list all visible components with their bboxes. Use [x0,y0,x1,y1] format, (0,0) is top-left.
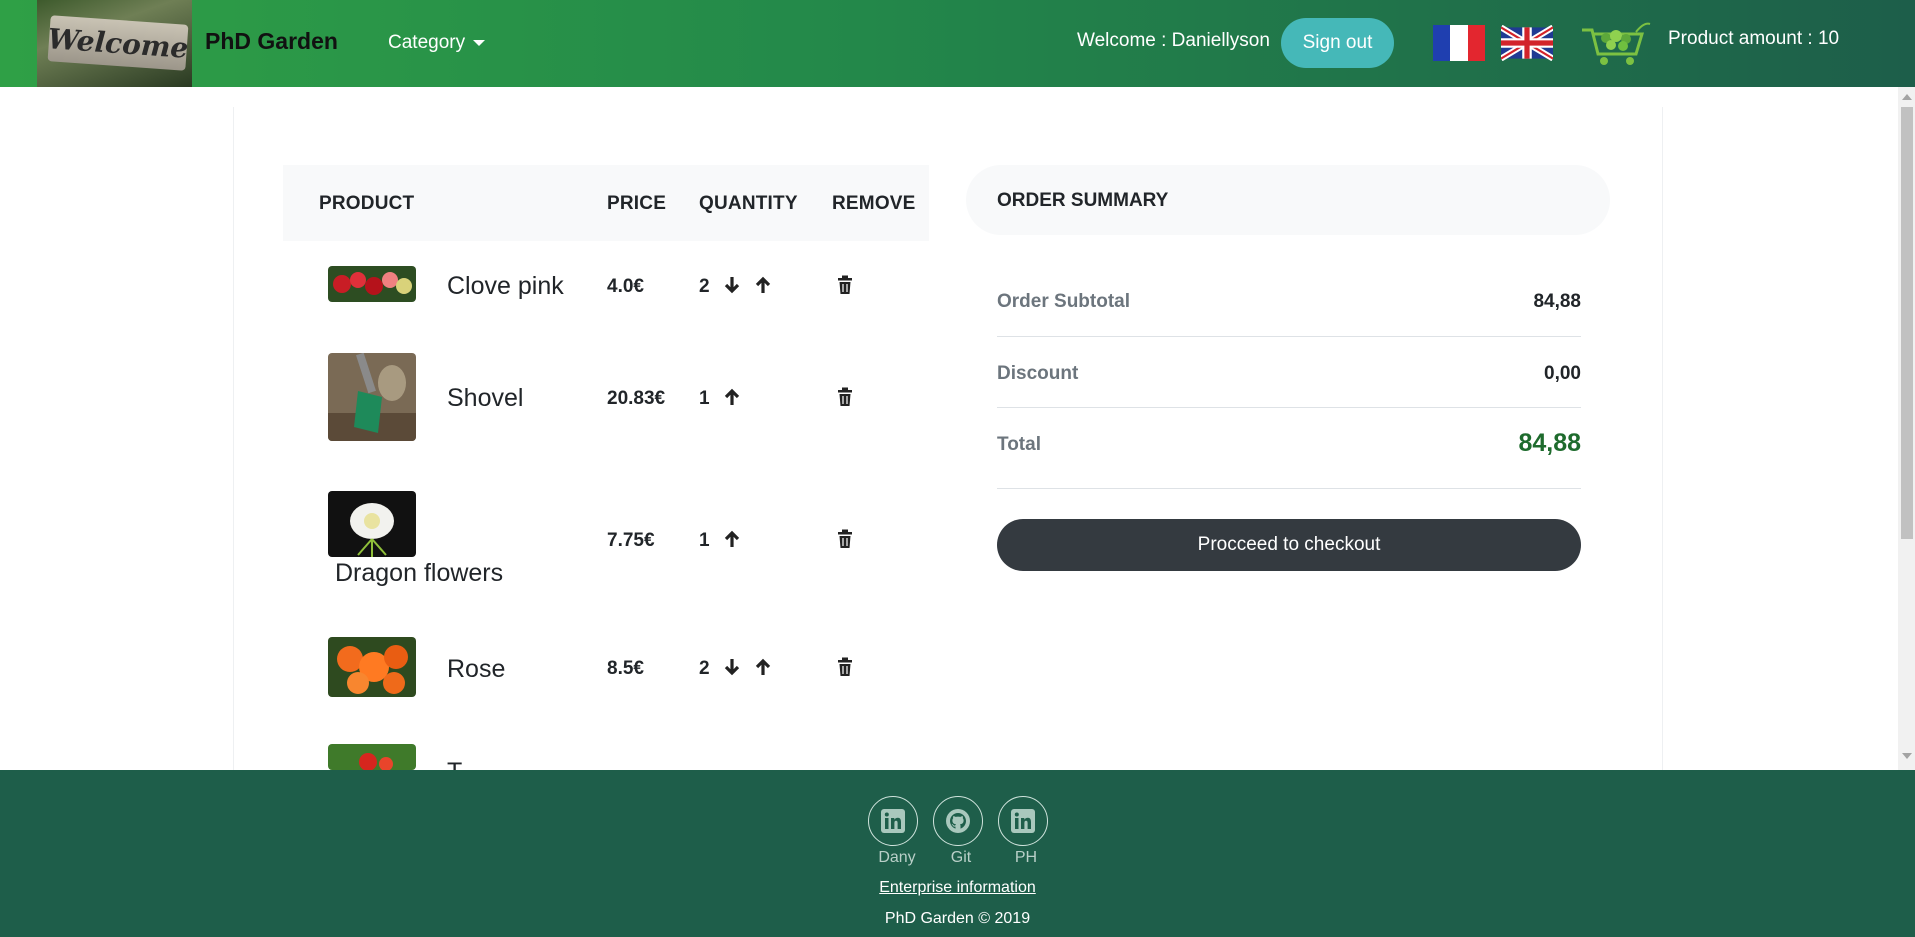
navbar: Welcome PhD Garden Category Welcome : Da… [0,0,1915,87]
category-dropdown[interactable]: Category [388,32,486,54]
product-quantity: 2 [699,276,710,297]
signout-button[interactable]: Sign out [1281,18,1394,68]
product-image[interactable] [328,491,416,557]
arrow-up-icon[interactable] [754,657,772,677]
header-price: PRICE [607,193,667,214]
trash-icon[interactable] [836,387,854,407]
uk-flag-icon[interactable] [1501,25,1553,61]
checkout-button[interactable]: Procceed to checkout [997,519,1581,571]
product-quantity: 1 [699,388,710,409]
product-name: Rose [447,655,506,683]
trash-icon[interactable] [836,275,854,295]
product-image[interactable] [328,266,416,302]
scroll-up-arrow-icon[interactable] [1902,94,1912,100]
french-flag-icon[interactable] [1433,25,1485,61]
caret-down-icon [473,39,486,46]
github-icon[interactable] [933,796,983,846]
product-image[interactable] [328,744,416,770]
product-image[interactable] [328,637,416,697]
linkedin-icon[interactable] [998,796,1048,846]
scroll-down-arrow-icon[interactable] [1902,753,1912,759]
total-value: 84,88 [1518,429,1581,457]
cart-icon[interactable] [1578,20,1651,68]
header-product: PRODUCT [319,193,415,214]
logo-sign-text: Welcome [47,15,189,71]
product-amount: Product amount : 10 [1668,28,1840,49]
product-price: 7.75€ [607,530,655,551]
discount-value: 0,00 [1544,363,1581,384]
discount-label: Discount [997,363,1079,384]
header-quantity: QUANTITY [699,193,798,214]
arrow-down-icon[interactable] [723,275,741,295]
trash-icon[interactable] [836,529,854,549]
scrollbar-thumb[interactable] [1901,107,1913,539]
welcome-text: Welcome : Daniellyson [1077,30,1270,51]
subtotal-label: Order Subtotal [997,291,1131,312]
product-name: Dragon flowers [335,559,504,587]
header-remove: REMOVE [832,193,916,214]
product-price: 8.5€ [607,658,644,679]
social-label-git: Git [950,849,972,866]
linkedin-icon[interactable] [868,796,918,846]
social-label-dany: Dany [878,849,916,866]
divider [997,407,1581,408]
divider [997,488,1581,489]
product-quantity: 2 [699,658,710,679]
summary-title: ORDER SUMMARY [997,190,1169,211]
social-label-ph: PH [1014,849,1038,866]
arrow-up-icon[interactable] [723,529,741,549]
product-name: Shovel [447,384,524,412]
arrow-down-icon[interactable] [723,657,741,677]
brand-name[interactable]: PhD Garden [205,28,338,55]
product-image[interactable] [328,353,416,441]
arrow-up-icon[interactable] [754,275,772,295]
product-quantity: 1 [699,530,710,551]
arrow-up-icon[interactable] [723,387,741,407]
product-name: Clove pink [447,272,564,300]
product-price: 4.0€ [607,276,644,297]
trash-icon[interactable] [836,657,854,677]
product-price: 20.83€ [607,388,666,409]
subtotal-value: 84,88 [1533,291,1581,312]
divider [997,336,1581,337]
brand-logo[interactable]: Welcome [37,0,192,87]
total-label: Total [997,434,1041,455]
product-name: T [447,758,462,770]
enterprise-information-link[interactable]: Enterprise information [0,879,1915,897]
copyright-text: PhD Garden © 2019 [884,910,1031,927]
category-label: Category [388,32,466,53]
